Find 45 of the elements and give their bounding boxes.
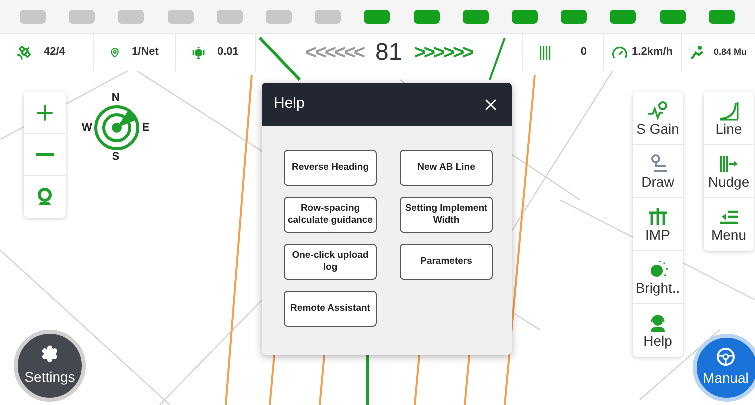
status-value: 42/4 <box>44 45 66 60</box>
ab-curve-icon <box>718 100 740 120</box>
tool-button[interactable]: Menu <box>704 198 754 251</box>
tractor-tilt-icon <box>192 44 206 60</box>
compass-west: W <box>82 120 92 136</box>
manual-steering-button[interactable]: Manual <box>693 334 755 402</box>
status-value: 1.2km/h <box>632 45 673 60</box>
compass-icon <box>93 104 142 152</box>
satellite-icon <box>16 44 32 60</box>
tool-button[interactable]: Help <box>633 304 683 357</box>
right-guidance-arrows: >>>>>> <box>414 40 472 66</box>
implement-icon <box>647 206 669 226</box>
help-option-button[interactable]: Reverse Heading <box>284 150 377 186</box>
pulse-gear-icon <box>647 100 669 120</box>
help-option-button[interactable]: Remote Assistant <box>284 291 377 327</box>
settings-icon <box>41 344 59 362</box>
compass-north: N <box>112 93 120 104</box>
dialog-title: Help <box>274 94 305 114</box>
tool-button[interactable]: IMP <box>633 198 683 251</box>
settings-button[interactable]: Settings <box>14 330 86 402</box>
status-value: 0.01 <box>218 45 239 60</box>
help-option-button[interactable]: Setting Implement Width <box>400 197 493 233</box>
help-option-button[interactable]: Row-spacing calculate guidance <box>284 197 377 233</box>
status-value: 1/Net <box>132 45 159 60</box>
tool-button[interactable]: S Gain <box>633 92 683 145</box>
tool-button[interactable]: Line <box>704 92 754 145</box>
field-work-icon <box>690 44 706 60</box>
compass-east: E <box>142 120 150 136</box>
tool-button[interactable]: Bright.. <box>633 251 683 304</box>
row-lines-icon <box>538 44 553 60</box>
minus-icon <box>36 153 54 156</box>
tool-button[interactable]: Nudge <box>704 145 754 198</box>
help-option-button[interactable]: Parameters <box>400 244 493 280</box>
offset-value: 81 <box>376 38 402 68</box>
status-value: 0 <box>580 45 588 60</box>
lines-arrow-icon <box>718 154 740 174</box>
tool-button[interactable]: Draw <box>633 145 683 198</box>
help-option-button[interactable]: New AB Line <box>400 150 493 186</box>
steering-wheel-icon <box>716 347 736 367</box>
status-value: 0.84 Mu <box>714 46 747 59</box>
webcam-icon <box>37 188 53 206</box>
left-guidance-arrows: <<<<<< <box>305 40 364 66</box>
compass-south: S <box>112 152 120 163</box>
speedometer-icon <box>612 44 628 60</box>
help-option-button[interactable]: One-click upload log <box>284 244 377 280</box>
